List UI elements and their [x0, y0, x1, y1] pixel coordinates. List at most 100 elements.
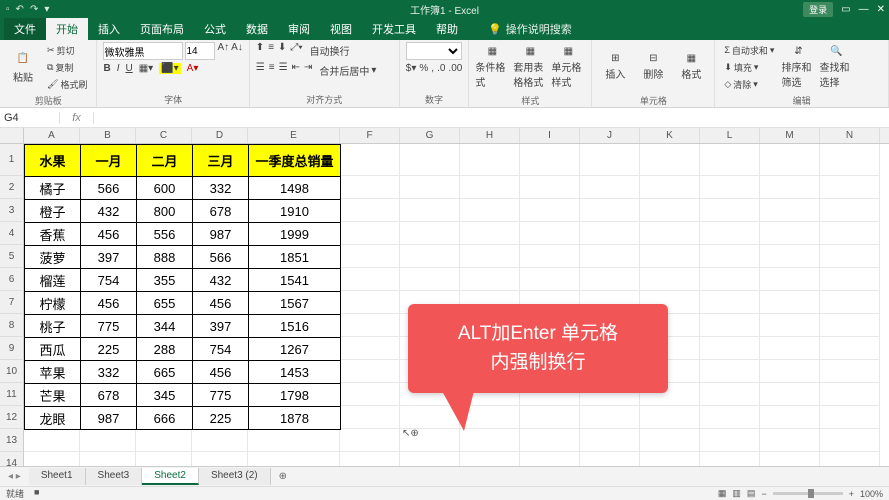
login-button[interactable]: 登录: [803, 2, 833, 17]
align-bottom-icon[interactable]: ⬇: [278, 42, 286, 59]
col-header-D[interactable]: D: [192, 128, 248, 143]
row-header-8[interactable]: 8: [0, 314, 24, 337]
table-header[interactable]: 一月: [81, 145, 137, 177]
indent-dec-icon[interactable]: ⇤: [292, 62, 300, 79]
sheet-tab[interactable]: Sheet2: [142, 468, 199, 485]
tab-formulas[interactable]: 公式: [194, 18, 236, 40]
table-cell[interactable]: 288: [137, 338, 193, 361]
font-color-button[interactable]: A▾: [187, 63, 199, 74]
table-cell[interactable]: 1516: [249, 315, 341, 338]
tab-developer[interactable]: 开发工具: [362, 18, 426, 40]
table-cell[interactable]: 456: [193, 361, 249, 384]
table-cell[interactable]: 678: [81, 384, 137, 407]
col-header-H[interactable]: H: [460, 128, 520, 143]
table-cell[interactable]: 666: [137, 407, 193, 430]
increase-font-icon[interactable]: A↑: [217, 42, 229, 60]
table-cell[interactable]: 987: [193, 223, 249, 246]
tell-me[interactable]: 💡 操作说明搜索: [480, 18, 580, 40]
conditional-format-button[interactable]: ▦条件格式: [475, 42, 509, 92]
table-cell[interactable]: 456: [81, 223, 137, 246]
table-header[interactable]: 二月: [137, 145, 193, 177]
row-header-7[interactable]: 7: [0, 291, 24, 314]
row-header-9[interactable]: 9: [0, 337, 24, 360]
add-sheet-button[interactable]: ⊕: [271, 471, 295, 482]
table-cell[interactable]: 苹果: [25, 361, 81, 384]
merge-button[interactable]: 合并后居中▾: [316, 62, 379, 79]
row-header-2[interactable]: 2: [0, 176, 24, 199]
tab-home[interactable]: 开始: [46, 18, 88, 40]
row-header-6[interactable]: 6: [0, 268, 24, 291]
underline-button[interactable]: U: [125, 63, 132, 74]
tab-insert[interactable]: 插入: [88, 18, 130, 40]
sheet-tab[interactable]: Sheet3 (2): [199, 468, 271, 485]
table-cell[interactable]: 432: [81, 200, 137, 223]
table-cell[interactable]: 1567: [249, 292, 341, 315]
table-cell[interactable]: 332: [193, 177, 249, 200]
col-header-F[interactable]: F: [340, 128, 400, 143]
table-cell[interactable]: 556: [137, 223, 193, 246]
indent-inc-icon[interactable]: ⇥: [304, 62, 312, 79]
table-cell[interactable]: 1798: [249, 384, 341, 407]
table-cell[interactable]: 榴莲: [25, 269, 81, 292]
tab-file[interactable]: 文件: [4, 18, 46, 40]
table-cell[interactable]: 332: [81, 361, 137, 384]
table-cell[interactable]: 775: [193, 384, 249, 407]
row-header-3[interactable]: 3: [0, 199, 24, 222]
col-header-L[interactable]: L: [700, 128, 760, 143]
view-page-icon[interactable]: ▥: [732, 488, 741, 499]
col-header-I[interactable]: I: [520, 128, 580, 143]
close-icon[interactable]: ✕: [877, 4, 885, 15]
table-header[interactable]: 三月: [193, 145, 249, 177]
col-header-K[interactable]: K: [640, 128, 700, 143]
table-cell[interactable]: 1910: [249, 200, 341, 223]
col-header-A[interactable]: A: [24, 128, 80, 143]
orientation-icon[interactable]: ⤢▾: [290, 42, 302, 59]
view-break-icon[interactable]: ▤: [747, 488, 756, 499]
row-header-1[interactable]: 1: [0, 144, 24, 176]
table-cell[interactable]: 987: [81, 407, 137, 430]
col-header-B[interactable]: B: [80, 128, 136, 143]
delete-cells-button[interactable]: ⊟删除: [636, 42, 670, 92]
zoom-in-icon[interactable]: +: [849, 489, 854, 499]
ribbon-options-icon[interactable]: ▭: [841, 4, 850, 15]
minimize-icon[interactable]: —: [859, 4, 869, 15]
table-cell[interactable]: 678: [193, 200, 249, 223]
cell-styles-button[interactable]: ▦单元格样式: [551, 42, 585, 92]
table-cell[interactable]: 888: [137, 246, 193, 269]
number-format-combo[interactable]: [406, 42, 462, 60]
table-cell[interactable]: 775: [81, 315, 137, 338]
table-cell[interactable]: 344: [137, 315, 193, 338]
align-right-icon[interactable]: ☰: [279, 62, 288, 79]
copy-button[interactable]: ⧉复制: [44, 60, 90, 75]
save-icon[interactable]: ▫: [6, 4, 10, 15]
tab-review[interactable]: 审阅: [278, 18, 320, 40]
sheet-nav[interactable]: ◂ ▸: [0, 471, 29, 482]
fill-color-button[interactable]: ⬛▾: [159, 63, 180, 74]
row-header-12[interactable]: 12: [0, 406, 24, 429]
border-button[interactable]: ▦▾: [139, 63, 153, 74]
table-cell[interactable]: 1267: [249, 338, 341, 361]
table-cell[interactable]: 456: [81, 292, 137, 315]
table-cell[interactable]: 345: [137, 384, 193, 407]
table-cell[interactable]: 菠萝: [25, 246, 81, 269]
table-cell[interactable]: 566: [81, 177, 137, 200]
table-cell[interactable]: 橙子: [25, 200, 81, 223]
bold-button[interactable]: B: [103, 63, 110, 74]
table-cell[interactable]: 香蕉: [25, 223, 81, 246]
table-header[interactable]: 一季度总销量: [249, 145, 341, 177]
col-header-E[interactable]: E: [248, 128, 340, 143]
tab-help[interactable]: 帮助: [426, 18, 468, 40]
table-header[interactable]: 水果: [25, 145, 81, 177]
italic-button[interactable]: I: [117, 63, 120, 74]
table-cell[interactable]: 397: [81, 246, 137, 269]
zoom-slider[interactable]: [773, 492, 843, 495]
align-top-icon[interactable]: ⬆: [256, 42, 264, 59]
comma-icon[interactable]: ,: [431, 63, 434, 74]
currency-icon[interactable]: $▾: [406, 63, 417, 74]
row-header-5[interactable]: 5: [0, 245, 24, 268]
align-middle-icon[interactable]: ≡: [268, 42, 274, 59]
qat-more-icon[interactable]: ▾: [44, 4, 49, 15]
table-cell[interactable]: 655: [137, 292, 193, 315]
autosum-button[interactable]: Σ自动求和▾: [721, 43, 777, 58]
table-cell[interactable]: 225: [193, 407, 249, 430]
